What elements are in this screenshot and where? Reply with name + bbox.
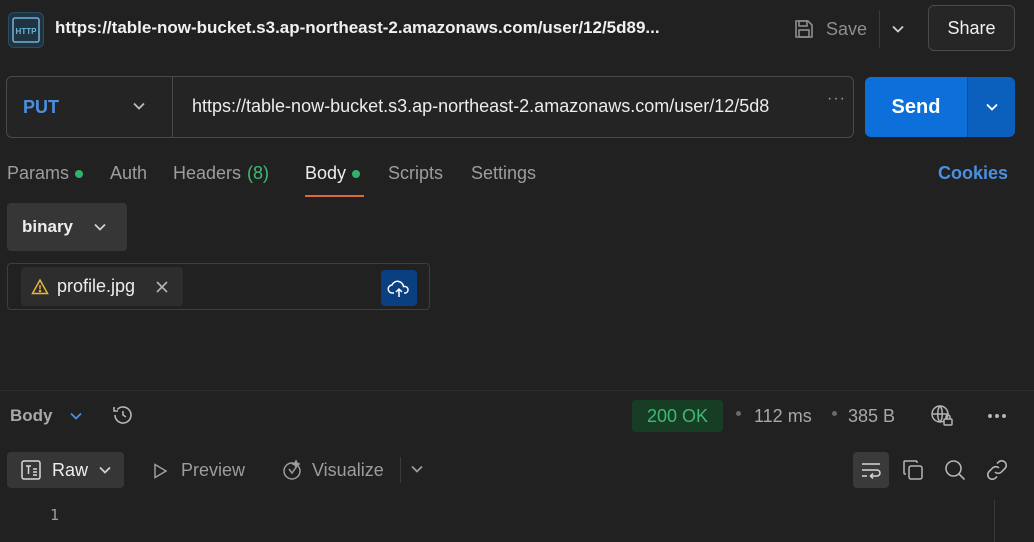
send-button[interactable]: Send	[865, 77, 967, 137]
warning-icon	[31, 277, 49, 294]
editor-scrollbar[interactable]	[994, 500, 995, 542]
visualize-button[interactable]: Visualize	[280, 458, 384, 482]
http-file-icon: HTTP	[8, 12, 44, 48]
word-wrap-icon	[862, 463, 881, 480]
chevron-down-icon	[892, 25, 904, 33]
tab-indicator-dot	[352, 169, 361, 178]
raw-text-icon	[21, 460, 41, 480]
file-chip: profile.jpg	[21, 267, 183, 306]
response-format-label: Raw	[52, 459, 89, 480]
play-icon	[154, 462, 168, 479]
chevron-down-icon[interactable]	[131, 98, 147, 119]
chevron-down-icon	[94, 223, 106, 231]
file-name: profile.jpg	[57, 276, 136, 296]
send-options-button[interactable]	[967, 77, 1015, 137]
tab-count: (8)	[247, 163, 270, 183]
tab-label: Body	[305, 163, 347, 183]
cloud-upload-icon	[387, 280, 409, 297]
tab-scripts[interactable]: Scripts	[388, 163, 443, 184]
search-icon[interactable]	[943, 458, 967, 487]
method-select[interactable]: PUT	[23, 97, 59, 118]
response-format-select[interactable]: Raw	[7, 452, 124, 488]
tab-headers[interactable]: Headers (8)	[173, 163, 269, 184]
copy-icon[interactable]	[901, 458, 925, 487]
chevron-down-icon[interactable]	[409, 461, 425, 482]
meta-separator	[736, 411, 741, 416]
more-horizontal-icon[interactable]	[985, 404, 1009, 433]
share-button[interactable]: Share	[928, 5, 1015, 51]
tab-label: Headers	[173, 163, 242, 183]
save-options-button[interactable]	[886, 14, 910, 44]
svg-text:HTTP: HTTP	[16, 27, 38, 36]
active-tab-underline	[305, 195, 364, 197]
tab-body[interactable]: Body	[305, 163, 361, 184]
meta-separator	[832, 411, 837, 416]
upload-file-button[interactable]	[381, 270, 417, 306]
tab-params[interactable]: Params	[7, 163, 84, 184]
request-tab-title: https://table-now-bucket.s3.ap-northeast…	[55, 18, 660, 37]
link-icon[interactable]	[985, 458, 1009, 487]
preview-button[interactable]: Preview	[151, 460, 245, 481]
chevron-down-icon	[99, 466, 111, 474]
response-size[interactable]: 385 B	[848, 406, 895, 427]
visualize-label: Visualize	[312, 459, 384, 480]
tab-label: Scripts	[388, 163, 444, 183]
url-bar-divider	[172, 77, 173, 137]
save-button[interactable]: Save	[792, 12, 867, 46]
history-icon[interactable]	[111, 403, 135, 432]
tab-settings[interactable]: Settings	[471, 163, 536, 184]
status-badge[interactable]: 200 OK	[632, 400, 723, 432]
chevron-down-icon[interactable]	[68, 408, 84, 429]
tab-auth[interactable]: Auth	[110, 163, 147, 184]
tab-label: Auth	[110, 163, 148, 183]
toolbar-divider	[400, 457, 401, 483]
header-divider	[879, 10, 880, 48]
tab-label: Settings	[471, 163, 537, 183]
globe-lock-icon[interactable]	[929, 403, 955, 434]
word-wrap-button[interactable]	[853, 452, 889, 488]
response-time[interactable]: 112 ms	[754, 406, 812, 427]
response-divider	[0, 390, 1034, 391]
save-icon	[795, 20, 813, 38]
url-overflow-indicator: ···	[827, 90, 846, 107]
url-input[interactable]: https://table-now-bucket.s3.ap-northeast…	[192, 96, 824, 117]
tab-label: Params	[7, 163, 70, 183]
save-label: Save	[826, 18, 868, 39]
close-icon[interactable]	[155, 280, 169, 294]
body-mode-label: binary	[22, 217, 74, 236]
chevron-down-icon	[985, 103, 998, 111]
preview-label: Preview	[181, 460, 246, 480]
visualize-icon	[283, 459, 301, 480]
cookies-link[interactable]: Cookies	[938, 163, 1008, 184]
response-section-label[interactable]: Body	[10, 406, 53, 426]
tab-indicator-dot	[75, 169, 84, 178]
body-mode-select[interactable]: binary	[7, 203, 127, 251]
editor-line-number: 1	[50, 506, 60, 524]
